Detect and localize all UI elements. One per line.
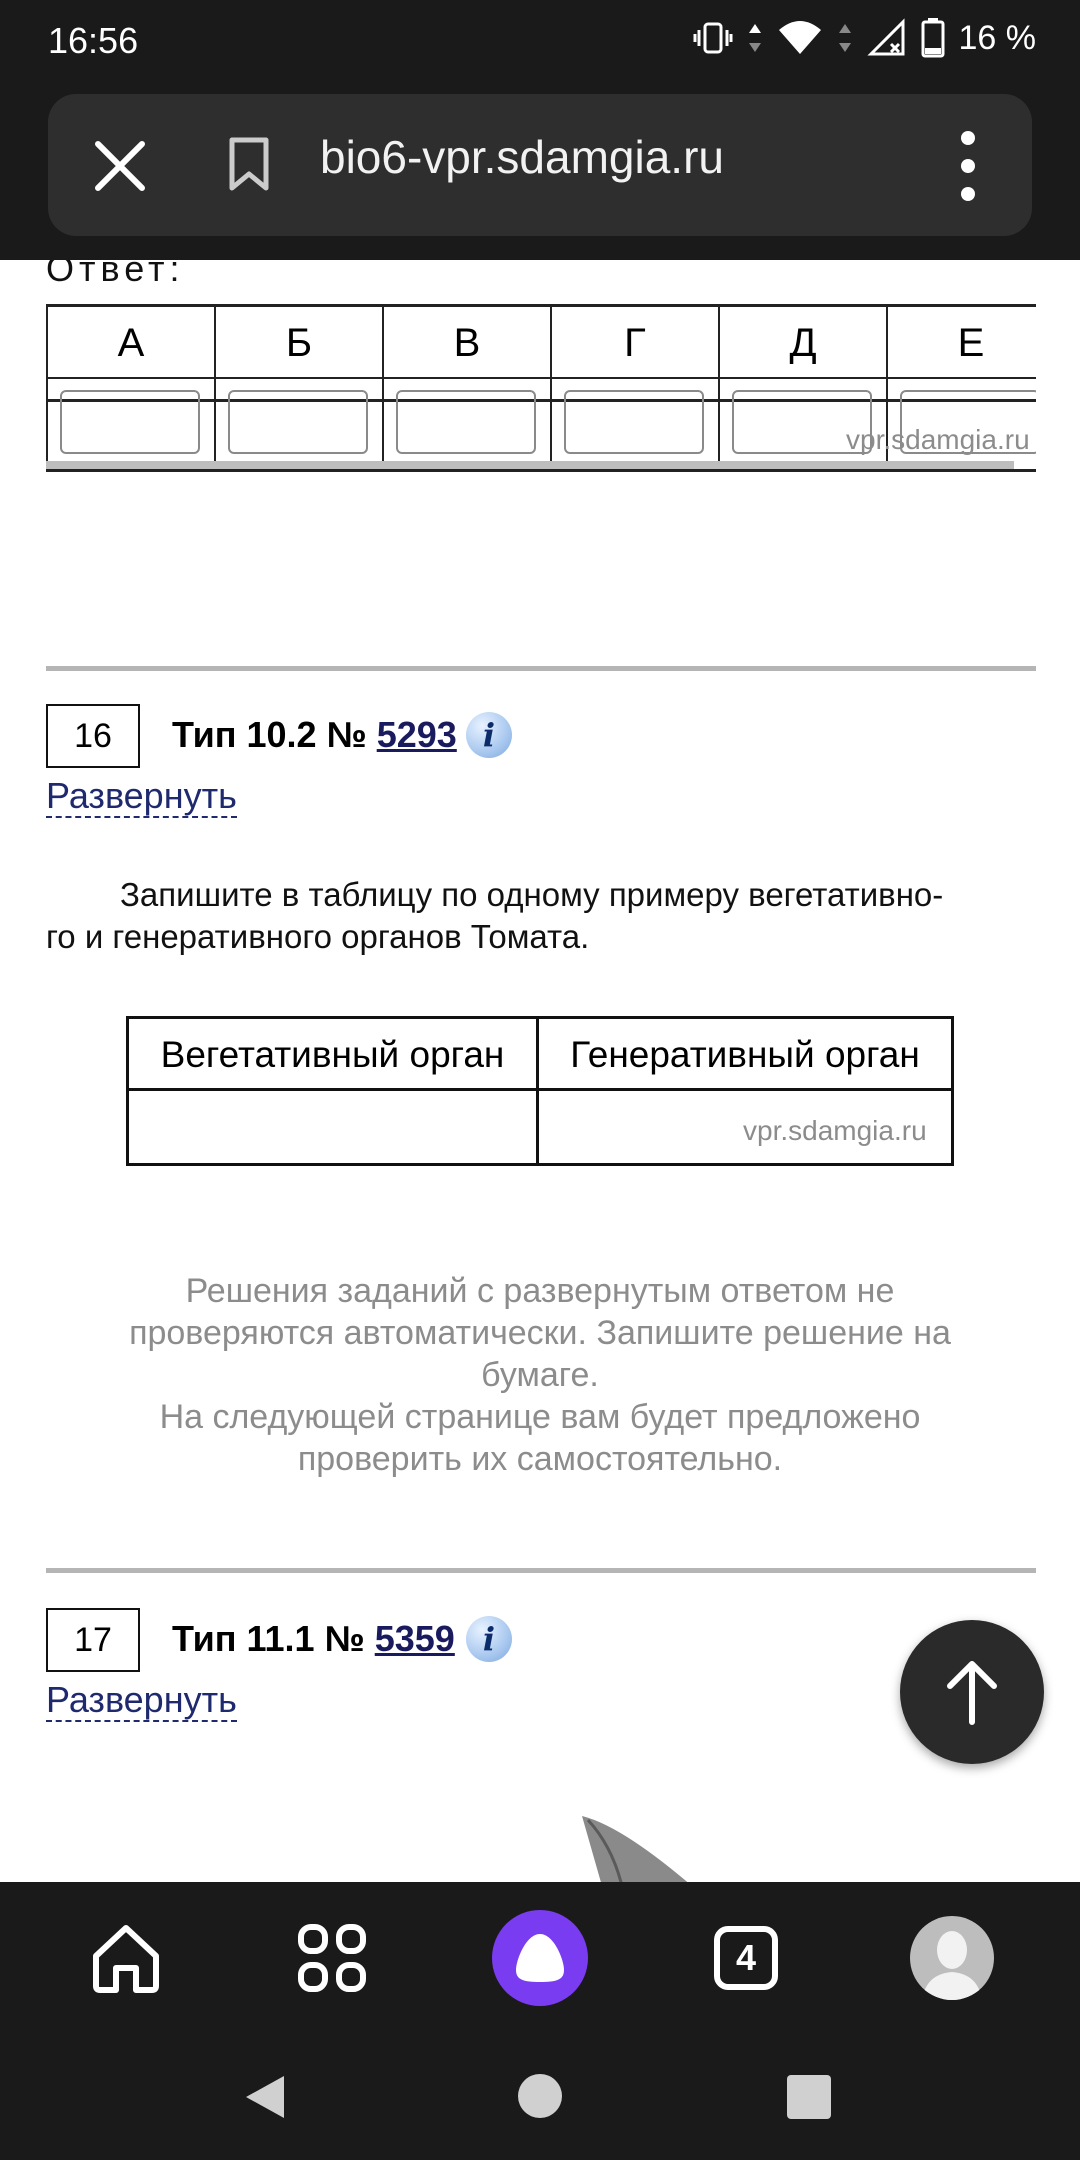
home-circle-icon[interactable]	[516, 2072, 564, 2120]
task-type-label: Тип 11.1 №	[172, 1618, 375, 1659]
organ-table-header: Вегетативный орган	[129, 1019, 536, 1091]
task-number: 17	[46, 1608, 140, 1672]
note-line: Решения заданий с развернутым ответом не	[185, 1272, 895, 1310]
wifi-icon	[778, 21, 821, 54]
home-button[interactable]	[78, 1910, 174, 2006]
profile-button[interactable]	[904, 1910, 1000, 2006]
answer-column-header: Е	[888, 307, 1036, 379]
expand-link[interactable]: Развернуть	[46, 1680, 237, 1722]
avatar	[910, 1916, 994, 2000]
data-arrows-icon	[838, 24, 851, 52]
answer-column-header: Д	[720, 307, 886, 379]
organ-table-column: Вегетативный орган	[129, 1019, 539, 1163]
system-navigation-bar	[0, 2032, 1080, 2160]
task-type: Тип 10.2 № 5293	[172, 714, 457, 756]
back-icon[interactable]	[240, 2072, 290, 2122]
task-number: 16	[46, 704, 140, 768]
task-text-line: Запишите в таблицу по одному примеру вег…	[120, 876, 944, 913]
answer-input-a[interactable]	[60, 390, 200, 454]
answer-column-header: Г	[552, 307, 718, 379]
task-text: Запишите в таблицу по одному примеру вег…	[46, 874, 1036, 958]
organ-table-header: Генеративный орган	[539, 1019, 951, 1091]
answer-input-row: vpr.sdamgia.ru	[46, 376, 1036, 472]
answer-column-header: А	[48, 307, 214, 379]
recents-icon[interactable]	[786, 2074, 832, 2120]
watermark: vpr.sdamgia.ru	[743, 1115, 927, 1146]
task-id-link[interactable]: 5359	[375, 1618, 455, 1659]
note-line: бумаге.	[481, 1356, 599, 1394]
signal-no-service-icon	[866, 18, 904, 56]
services-button[interactable]	[284, 1910, 380, 2006]
info-icon[interactable]: i	[466, 712, 512, 758]
battery-percent: 16 %	[958, 18, 1037, 57]
info-icon[interactable]: i	[466, 1616, 512, 1662]
task-type-label: Тип 10.2 №	[172, 714, 377, 755]
user-silhouette-icon	[922, 1931, 982, 2000]
status-icons: 16 %	[693, 18, 1037, 58]
note-line: На следующей странице вам будет предложе…	[159, 1398, 921, 1436]
expand-link[interactable]: Развернуть	[46, 776, 237, 818]
answer-input-g[interactable]	[564, 390, 704, 454]
arrow-up-icon	[947, 1661, 997, 1725]
organ-table: Вегетативный орган Генеративный орган vp…	[126, 1016, 954, 1166]
home-icon	[93, 1925, 159, 1993]
answer-input-v[interactable]	[396, 390, 536, 454]
task-text-line: го и генеративного органов Томата.	[46, 918, 590, 955]
scroll-to-top-button[interactable]	[900, 1620, 1044, 1764]
answer-column-header: Б	[216, 307, 382, 379]
url-text[interactable]: bio6-vpr.sdamgia.ru	[320, 130, 724, 184]
illustration-fragment	[582, 1816, 688, 1882]
answer-label: Ответ:	[46, 260, 185, 289]
status-time: 16:56	[48, 20, 139, 61]
answer-column-header: В	[384, 307, 550, 379]
alice-assistant-button[interactable]	[492, 1910, 588, 2006]
data-arrows-icon	[748, 24, 761, 52]
vibrate-icon	[693, 22, 732, 54]
info-note: Решения заданий с развернутым ответом не…	[60, 1270, 1020, 1480]
more-vert-icon[interactable]	[956, 130, 980, 202]
browser-bottom-bar: 4	[0, 1882, 1080, 2032]
task-id-link[interactable]: 5293	[377, 714, 457, 755]
note-line: проверяются автоматически. Запишите реше…	[129, 1314, 951, 1352]
page-content: Ответ: А Б В Г Д Е vpr.sdamgia.ru 16 Тип…	[0, 260, 1080, 1882]
tabs-button[interactable]: 4	[698, 1910, 794, 2006]
watermark: vpr.sdamgia.ru	[846, 424, 1030, 455]
section-divider	[46, 1568, 1036, 1573]
horizontal-scrollbar[interactable]	[46, 461, 1014, 469]
organ-table-column: Генеративный орган vpr.sdamgia.ru	[539, 1019, 951, 1163]
bookmark-icon[interactable]	[224, 136, 274, 192]
section-divider	[46, 666, 1036, 671]
note-line: проверить их самостоятельно.	[297, 1440, 783, 1478]
task-header: 17 Тип 11.1 № 5359 i	[46, 1608, 1036, 1672]
task-type: Тип 11.1 № 5359	[172, 1618, 455, 1660]
browser-toolbar: bio6-vpr.sdamgia.ru	[0, 84, 1080, 260]
status-bar: 16:56 16 %	[0, 0, 1080, 84]
battery-icon	[921, 18, 944, 58]
tabs-count: 4	[714, 1926, 778, 1990]
alice-icon	[516, 1934, 564, 1982]
grid-icon	[298, 1924, 366, 1992]
close-icon[interactable]	[92, 138, 148, 194]
task-header: 16 Тип 10.2 № 5293 i	[46, 704, 1036, 768]
answer-input-b[interactable]	[228, 390, 368, 454]
address-bar[interactable]: bio6-vpr.sdamgia.ru	[48, 94, 1032, 236]
